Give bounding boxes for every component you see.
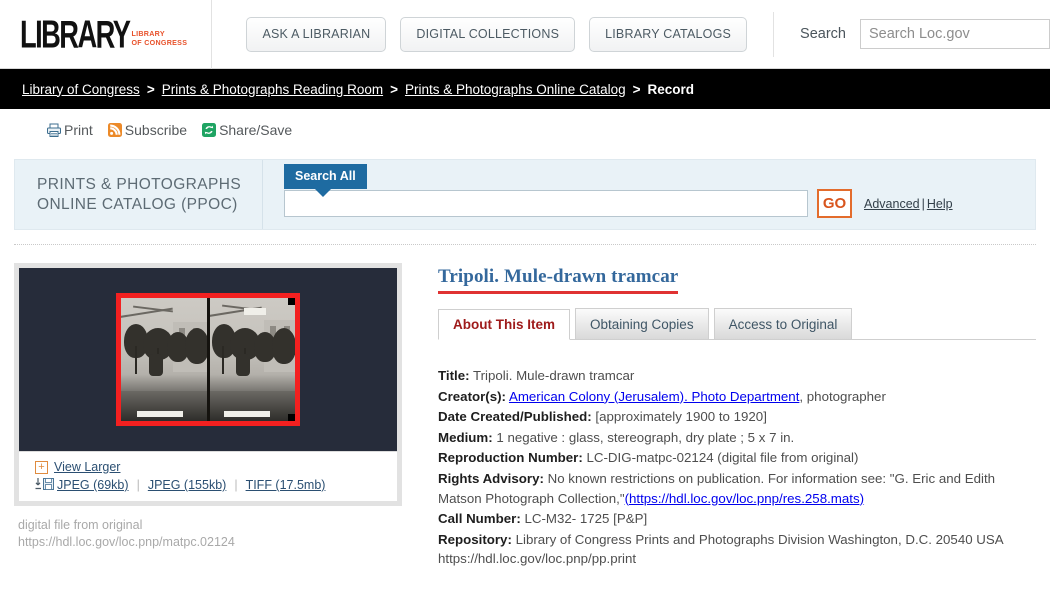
metadata-label-reproduction-number: Reproduction Number: <box>438 450 583 466</box>
ppoc-links: Advanced | Help <box>864 197 953 211</box>
download-row: JPEG (69kb) | JPEG (155kb) | TIFF (17.5m… <box>35 476 397 494</box>
record-tabs: About This Item Obtaining Copies Access … <box>438 308 1036 340</box>
metadata-value-date: [approximately 1900 to 1920] <box>595 409 767 425</box>
nav-library-catalogs[interactable]: LIBRARY CATALOGS <box>589 16 748 52</box>
rights-advisory-link[interactable]: (https://hdl.loc.gov/loc.pnp/res.258.mat… <box>625 491 864 506</box>
metadata-row-reproduction-number: Reproduction Number: LC-DIG-matpc-02124 … <box>438 448 1036 468</box>
breadcrumb-separator: > <box>632 81 641 97</box>
metadata-value-repository: Library of Congress Prints and Photograp… <box>438 531 1003 567</box>
download-tiff-link[interactable]: TIFF (17.5mb) <box>246 476 326 494</box>
share-save-button[interactable]: Share/Save <box>201 122 292 138</box>
metadata-row-call-number: Call Number: LC-M32- 1725 [P&P] <box>438 509 1036 529</box>
subscribe-button[interactable]: Subscribe <box>107 122 187 138</box>
tab-access-to-original[interactable]: Access to Original <box>713 308 853 339</box>
image-caption-line1: digital file from original <box>18 518 143 532</box>
nav-digital-collections[interactable]: DIGITAL COLLECTIONS <box>400 16 576 52</box>
breadcrumb-separator: > <box>146 81 155 97</box>
tab-about-this-item[interactable]: About This Item <box>438 309 570 340</box>
print-button[interactable]: Print <box>46 122 93 138</box>
plus-icon: + <box>35 460 48 474</box>
metadata-value-creator-suffix: , photographer <box>799 388 886 404</box>
logo-subtext: LIBRARY OF CONGRESS <box>131 29 188 48</box>
view-larger-link[interactable]: View Larger <box>54 458 120 476</box>
record-details-column: Tripoli. Mule-drawn tramcar About This I… <box>438 263 1036 578</box>
metadata-value-title: Tripoli. Mule-drawn tramcar <box>473 368 635 383</box>
download-separator: | <box>136 478 140 492</box>
stereo-half-left <box>121 298 207 421</box>
image-column: + View Larger JPEG (69kb) | JPEG (155kb)… <box>14 263 414 578</box>
image-caption: digital file from original https://hdl.l… <box>18 517 414 551</box>
search-input[interactable] <box>860 19 1050 49</box>
ppoc-search-panel: PRINTS & PHOTOGRAPHS ONLINE CATALOG (PPO… <box>14 159 1036 230</box>
item-metadata: Title: Tripoli. Mule-drawn tramcar Creat… <box>438 366 1036 578</box>
metadata-row-date: Date Created/Published: [approximately 1… <box>438 407 1036 427</box>
breadcrumb-separator: > <box>390 81 398 97</box>
header-search: Search <box>773 11 1050 57</box>
breadcrumb-item-reading-room[interactable]: Prints & Photographs Reading Room <box>162 82 383 97</box>
download-icon <box>35 477 54 493</box>
go-button[interactable]: GO <box>817 189 852 218</box>
breadcrumb: Library of Congress > Prints & Photograp… <box>0 69 1050 109</box>
metadata-value-medium: 1 negative : glass, stereograph, dry pla… <box>496 429 795 445</box>
share-save-label: Share/Save <box>219 122 293 138</box>
image-caption-line2: https://hdl.loc.gov/loc.pnp/matpc.02124 <box>18 535 235 549</box>
metadata-label-creator: Creator(s): <box>438 388 506 404</box>
tab-search-all[interactable]: Search All <box>284 164 367 189</box>
breadcrumb-item-online-catalog[interactable]: Prints & Photographs Online Catalog <box>405 82 626 97</box>
print-label: Print <box>64 122 93 138</box>
metadata-label-medium: Medium: <box>438 429 493 445</box>
item-image-stage[interactable] <box>19 268 397 451</box>
header-nav: ASK A LIBRARIAN DIGITAL COLLECTIONS LIBR… <box>212 16 748 52</box>
ppoc-title-line1: PRINTS & PHOTOGRAPHS <box>37 176 242 194</box>
breadcrumb-item-record: Record <box>647 81 695 97</box>
item-image-frame: + View Larger JPEG (69kb) | JPEG (155kb)… <box>14 263 402 506</box>
metadata-label-rights-advisory: Rights Advisory: <box>438 470 544 486</box>
metadata-label-call-number: Call Number: <box>438 511 521 527</box>
metadata-row-title: Title: Tripoli. Mule-drawn tramcar <box>438 366 1036 386</box>
metadata-row-rights-advisory: Rights Advisory: No known restrictions o… <box>438 469 1036 508</box>
metadata-row-truncated <box>438 570 1036 578</box>
ppoc-title: PRINTS & PHOTOGRAPHS ONLINE CATALOG (PPO… <box>15 160 263 229</box>
page-title: Tripoli. Mule-drawn tramcar <box>438 266 679 294</box>
metadata-label-repository: Repository: <box>438 531 512 547</box>
metadata-label-title: Title: <box>438 368 470 383</box>
subscribe-label: Subscribe <box>124 122 188 138</box>
nav-ask-a-librarian[interactable]: ASK A LIBRARIAN <box>246 16 387 52</box>
ppoc-title-line2: ONLINE CATALOG (PPOC) <box>37 195 238 213</box>
record-main: + View Larger JPEG (69kb) | JPEG (155kb)… <box>0 245 1050 578</box>
header-search-label: Search <box>800 26 846 42</box>
share-icon <box>201 122 217 138</box>
stereograph-thumbnail[interactable] <box>116 293 300 426</box>
page-tools: Print Subscribe Share/Save <box>0 109 1050 151</box>
printer-icon <box>46 122 62 138</box>
download-separator: | <box>234 478 238 492</box>
stereo-half-right <box>206 298 295 421</box>
creator-link[interactable]: American Colony (Jerusalem). Photo Depar… <box>509 389 799 404</box>
metadata-row-creator: Creator(s): American Colony (Jerusalem).… <box>438 387 1036 407</box>
metadata-row-medium: Medium: 1 negative : glass, stereograph,… <box>438 428 1036 448</box>
image-links-bar: + View Larger JPEG (69kb) | JPEG (155kb)… <box>19 451 397 501</box>
ppoc-input-row: GO Advanced | Help <box>284 189 953 218</box>
metadata-value-call-number: LC-M32- 1725 [P&P] <box>524 511 648 527</box>
help-link[interactable]: Help <box>927 197 953 211</box>
rss-icon <box>107 122 123 138</box>
metadata-label-date: Date Created/Published: <box>438 409 592 425</box>
search-all-pointer-icon <box>313 187 333 197</box>
breadcrumb-item-library-of-congress[interactable]: Library of Congress <box>22 82 140 97</box>
logo-wordmark: LIBRARY <box>20 12 131 56</box>
metadata-value-reproduction-number: LC-DIG-matpc-02124 (digital file from or… <box>586 450 859 466</box>
download-jpeg-large-link[interactable]: JPEG (155kb) <box>148 476 227 494</box>
download-jpeg-small-link[interactable]: JPEG (69kb) <box>57 476 129 494</box>
logo-subtext-line2: OF CONGRESS <box>131 37 188 47</box>
view-larger-row: + View Larger <box>35 458 397 476</box>
loc-logo[interactable]: LIBRARY LIBRARY OF CONGRESS <box>0 0 213 69</box>
advanced-search-link[interactable]: Advanced <box>864 197 920 211</box>
tab-obtaining-copies[interactable]: Obtaining Copies <box>575 308 709 339</box>
ppoc-search-area: Search All GO Advanced | Help <box>263 160 1035 229</box>
metadata-row-repository: Repository: Library of Congress Prints a… <box>438 530 1036 569</box>
site-header: LIBRARY LIBRARY OF CONGRESS ASK A LIBRAR… <box>0 0 1050 69</box>
ppoc-search-input[interactable] <box>284 190 808 217</box>
links-separator: | <box>921 196 925 211</box>
